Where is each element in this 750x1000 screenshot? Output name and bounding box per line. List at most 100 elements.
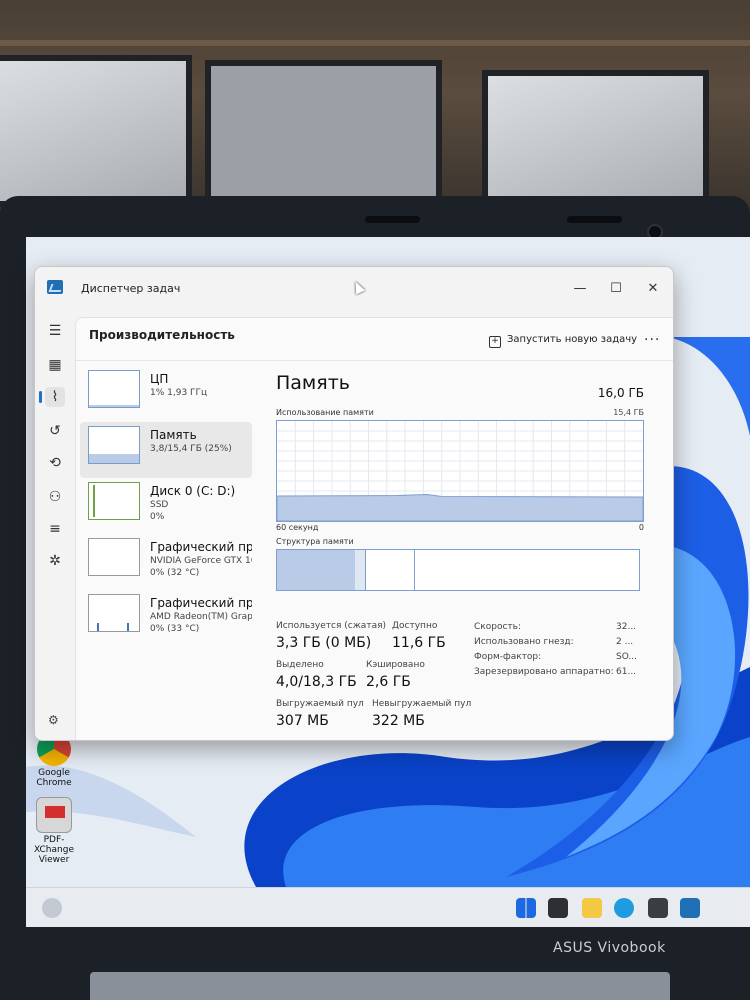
run-new-task-label: Запустить новую задачу [507, 334, 638, 345]
speed-value: 32... [616, 622, 637, 632]
nonpaged-pool-value: 322 МБ [372, 713, 425, 729]
store-icon[interactable] [648, 898, 668, 918]
perf-item-name: ЦП [150, 372, 169, 386]
memory-usage-max: 15,4 ГБ [613, 408, 644, 417]
history-icon[interactable]: ↺ [45, 421, 65, 441]
paged-pool-value: 307 МБ [276, 713, 329, 729]
committed-value: 4,0/18,3 ГБ [276, 674, 357, 690]
minimize-button[interactable]: — [566, 279, 594, 299]
desktop-icon-pdf-viewer[interactable]: PDF-XChange Viewer [32, 797, 76, 865]
memory-usage-label: Использование памяти [276, 408, 374, 417]
nonpaged-pool-label: Невыгружаемый пул [372, 699, 472, 709]
cached-value: 2,6 ГБ [366, 674, 411, 690]
perf-item-usage: 0% (32 °C) [150, 568, 200, 578]
task-view-icon[interactable] [548, 898, 568, 918]
background-monitor [205, 60, 442, 210]
desktop-icon-label: Google Chrome [36, 768, 72, 788]
perf-item-memory[interactable]: Память 3,8/15,4 ГБ (25%) [80, 422, 252, 478]
background-monitor [0, 55, 192, 207]
memory-structure-label: Структура памяти [276, 537, 354, 546]
available-label: Доступно [392, 621, 438, 631]
graph-zero-label: 0 [638, 523, 644, 532]
slots-label: Использовано гнезд: [474, 637, 574, 647]
edge-icon[interactable] [614, 898, 634, 918]
gpu0-thumbnail [88, 538, 140, 576]
available-value: 11,6 ГБ [392, 635, 446, 651]
header-divider [76, 360, 673, 361]
speed-label: Скорость: [474, 622, 521, 632]
cpu-thumbnail [88, 370, 140, 408]
memory-total: 16,0 ГБ [597, 386, 644, 400]
pdf-icon [36, 797, 72, 833]
sidebar: ☰ ▦ ⌇ ↺ ⟲ ⚇ ≡ ✲ [35, 313, 75, 740]
maximize-button[interactable]: ☐ [602, 279, 630, 299]
perf-item-gpu1[interactable]: Графический процессор 1 AMD Radeon(TM) G… [80, 590, 252, 646]
structure-in-use [277, 550, 356, 590]
window-title: Диспетчер задач [81, 282, 181, 295]
close-button[interactable]: ✕ [639, 279, 667, 299]
startup-icon[interactable]: ⟲ [45, 453, 65, 473]
graph-time-label: 60 секунд [276, 523, 319, 532]
memory-title: Память [276, 372, 350, 394]
start-icon[interactable] [516, 898, 536, 918]
settings-icon[interactable]: ⚙ [48, 713, 59, 727]
slots-value: 2 ... [616, 637, 634, 647]
perf-item-detail: AMD Radeon(TM) Graphics [150, 612, 252, 622]
hardware-reserved-label: Зарезервировано аппаратно: [474, 667, 614, 677]
file-explorer-icon[interactable] [582, 898, 602, 918]
widgets-icon[interactable] [42, 898, 62, 918]
task-manager-taskbar-icon[interactable] [680, 898, 700, 918]
more-options-icon[interactable]: ··· [644, 332, 660, 348]
new-task-icon: + [489, 336, 501, 348]
performance-page: Производительность + Запустить новую зада… [75, 317, 673, 740]
users-icon[interactable]: ⚇ [45, 487, 65, 507]
memory-structure-bar [276, 549, 640, 591]
services-icon[interactable]: ✲ [45, 551, 65, 571]
details-icon[interactable]: ≡ [45, 519, 65, 539]
perf-item-name: Графический процессор 1 [150, 596, 252, 610]
title-bar[interactable]: Диспетчер задач — ☐ ✕ [35, 267, 673, 313]
menu-icon[interactable]: ☰ [45, 321, 65, 341]
taskbar [26, 887, 750, 927]
camera-shutter [365, 216, 420, 223]
memory-thumbnail [88, 426, 140, 464]
cached-label: Кэшировано [366, 660, 425, 670]
thumb-fill [89, 454, 139, 463]
mouse-cursor-icon [350, 279, 366, 295]
camera-shutter [567, 216, 622, 223]
performance-icon[interactable]: ⌇ [39, 387, 65, 407]
perf-item-gpu0[interactable]: Графический процессор 0 NVIDIA GeForce G… [80, 534, 252, 590]
processes-icon[interactable]: ▦ [45, 355, 65, 375]
structure-modified [355, 550, 366, 590]
background-room [0, 0, 750, 210]
committed-label: Выделено [276, 660, 324, 670]
structure-free [415, 550, 638, 590]
perf-item-disk[interactable]: Диск 0 (C: D:) SSD 0% [80, 478, 252, 534]
perf-item-name: Графический процессор 0 [150, 540, 252, 554]
shelf [0, 40, 750, 46]
performance-list: ЦП 1% 1,93 ГГц Память 3,8/15,4 ГБ (25%) … [80, 366, 252, 646]
paged-pool-label: Выгружаемый пул [276, 699, 364, 709]
perf-item-cpu[interactable]: ЦП 1% 1,93 ГГц [80, 366, 252, 422]
task-manager-icon [47, 280, 63, 294]
run-new-task-button[interactable]: + Запустить новую задачу [489, 334, 637, 348]
memory-usage-area [277, 493, 643, 521]
background-monitor [482, 70, 709, 210]
perf-item-detail: 1% 1,93 ГГц [150, 388, 208, 398]
thumb-fill [89, 405, 139, 407]
laptop-hinge [90, 972, 670, 1000]
memory-usage-graph [276, 420, 644, 522]
perf-item-detail: NVIDIA GeForce GTX 1650 [150, 556, 252, 566]
form-factor-value: SO... [616, 652, 638, 662]
desktop-icon-label: PDF-XChange Viewer [34, 835, 74, 865]
perf-item-usage: 0% (33 °C) [150, 624, 200, 634]
perf-item-name: Диск 0 (C: D:) [150, 484, 236, 498]
in-use-label: Используется (сжатая) [276, 621, 387, 631]
hardware-reserved-value: 61... [616, 667, 637, 677]
disk-thumbnail [88, 482, 140, 520]
perf-item-detail: 3,8/15,4 ГБ (25%) [150, 444, 232, 454]
structure-standby [366, 550, 415, 590]
in-use-value: 3,3 ГБ (0 МБ) [276, 635, 372, 651]
laptop-brand: ASUS Vivobook [553, 940, 666, 956]
form-factor-label: Форм-фактор: [474, 652, 542, 662]
